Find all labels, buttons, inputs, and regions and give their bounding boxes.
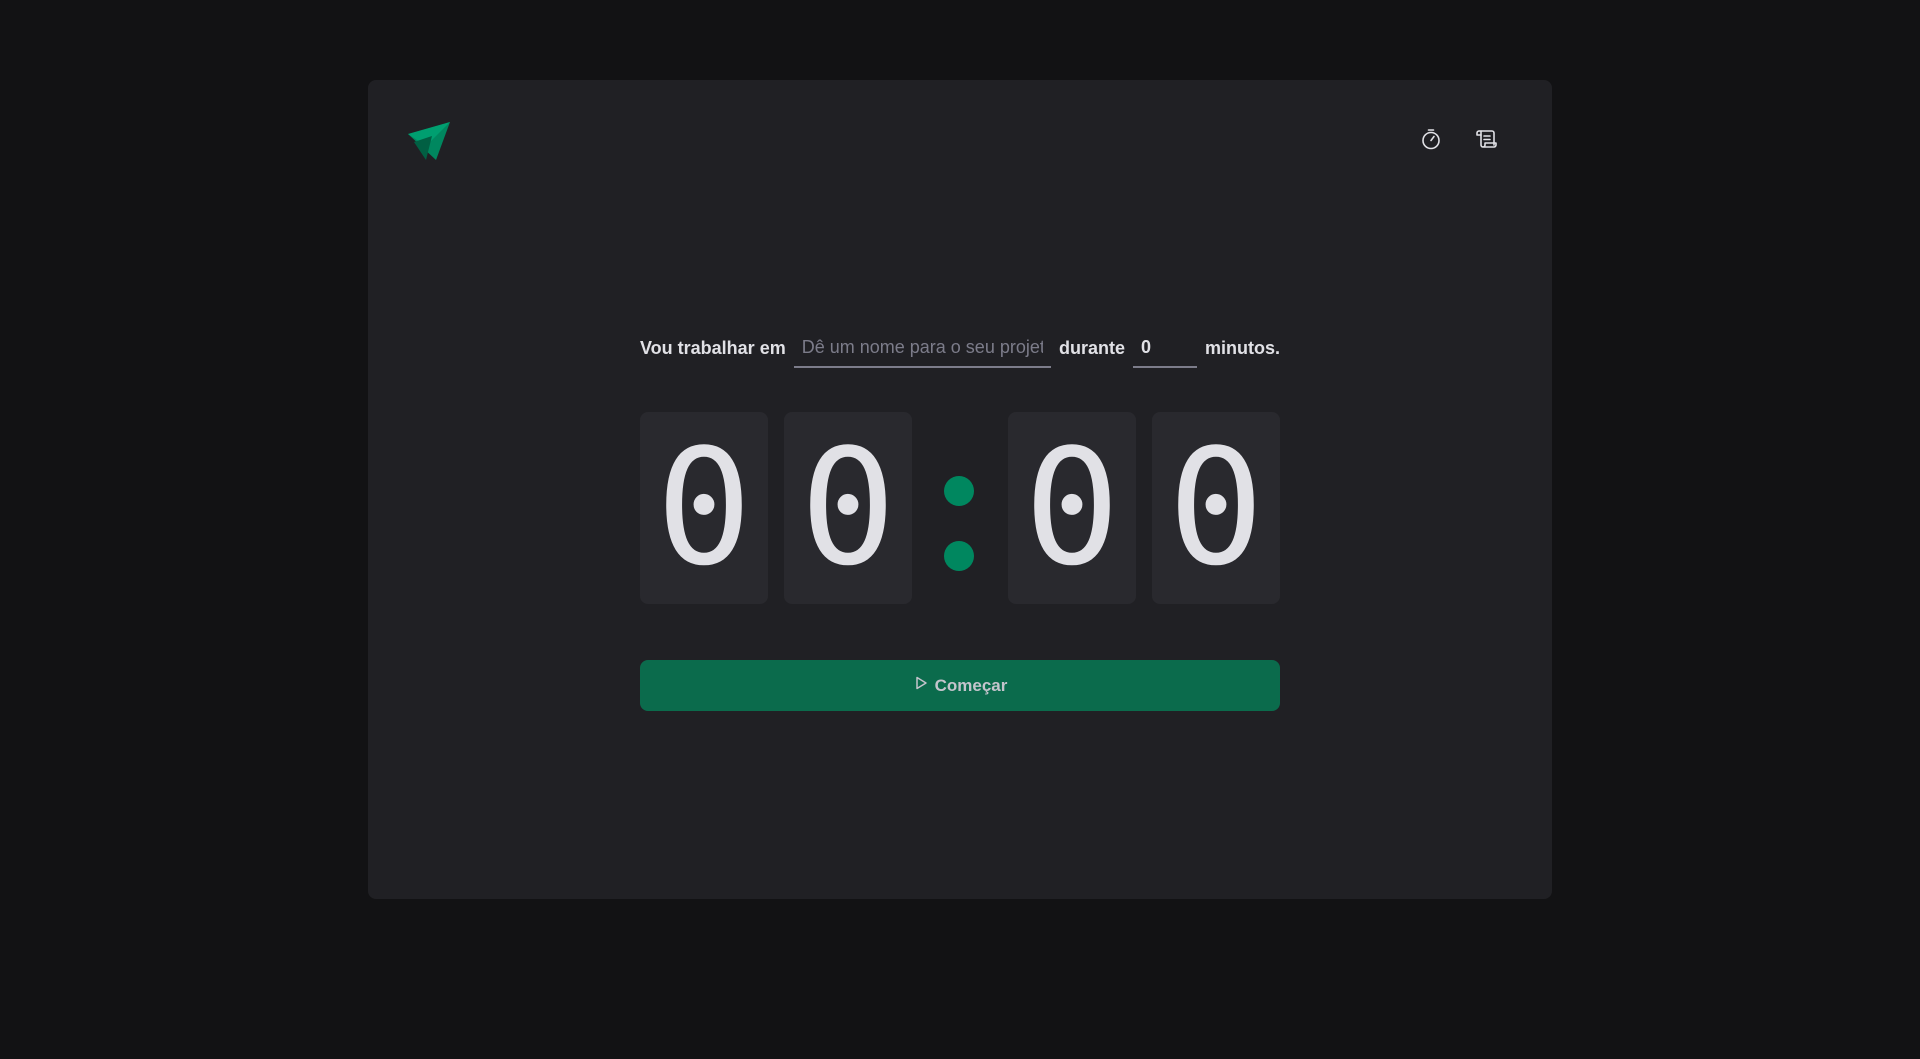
countdown-seconds-tens: 0 bbox=[1008, 412, 1136, 604]
minutes-amount-input[interactable] bbox=[1133, 328, 1197, 368]
nav-history-link[interactable] bbox=[1474, 128, 1500, 154]
separator-dot-top bbox=[944, 476, 974, 506]
timer-icon bbox=[1419, 127, 1443, 156]
minutes-suffix: minutos. bbox=[1205, 337, 1280, 358]
scroll-icon bbox=[1475, 127, 1499, 156]
start-button-label: Começar bbox=[934, 675, 1008, 695]
header-nav bbox=[1418, 128, 1500, 154]
nav-timer-link[interactable] bbox=[1418, 128, 1444, 154]
countdown-display: 0 0 0 0 bbox=[640, 412, 1280, 604]
play-icon bbox=[913, 675, 929, 696]
app-container: Vou trabalhar em durante minutos. 0 0 0 … bbox=[368, 80, 1552, 899]
task-form: Vou trabalhar em durante minutos. bbox=[640, 320, 1280, 376]
task-input[interactable] bbox=[793, 328, 1051, 368]
countdown-separator bbox=[928, 412, 992, 604]
start-countdown-button[interactable]: Começar bbox=[640, 660, 1280, 711]
countdown-minutes-ones: 0 bbox=[784, 412, 912, 604]
countdown-minutes-tens: 0 bbox=[640, 412, 768, 604]
countdown-seconds-ones: 0 bbox=[1152, 412, 1280, 604]
separator-dot-bottom bbox=[944, 541, 974, 571]
ignite-timer-logo-icon bbox=[408, 122, 450, 164]
duration-label: durante bbox=[1058, 337, 1125, 358]
task-label: Vou trabalhar em bbox=[640, 337, 786, 358]
